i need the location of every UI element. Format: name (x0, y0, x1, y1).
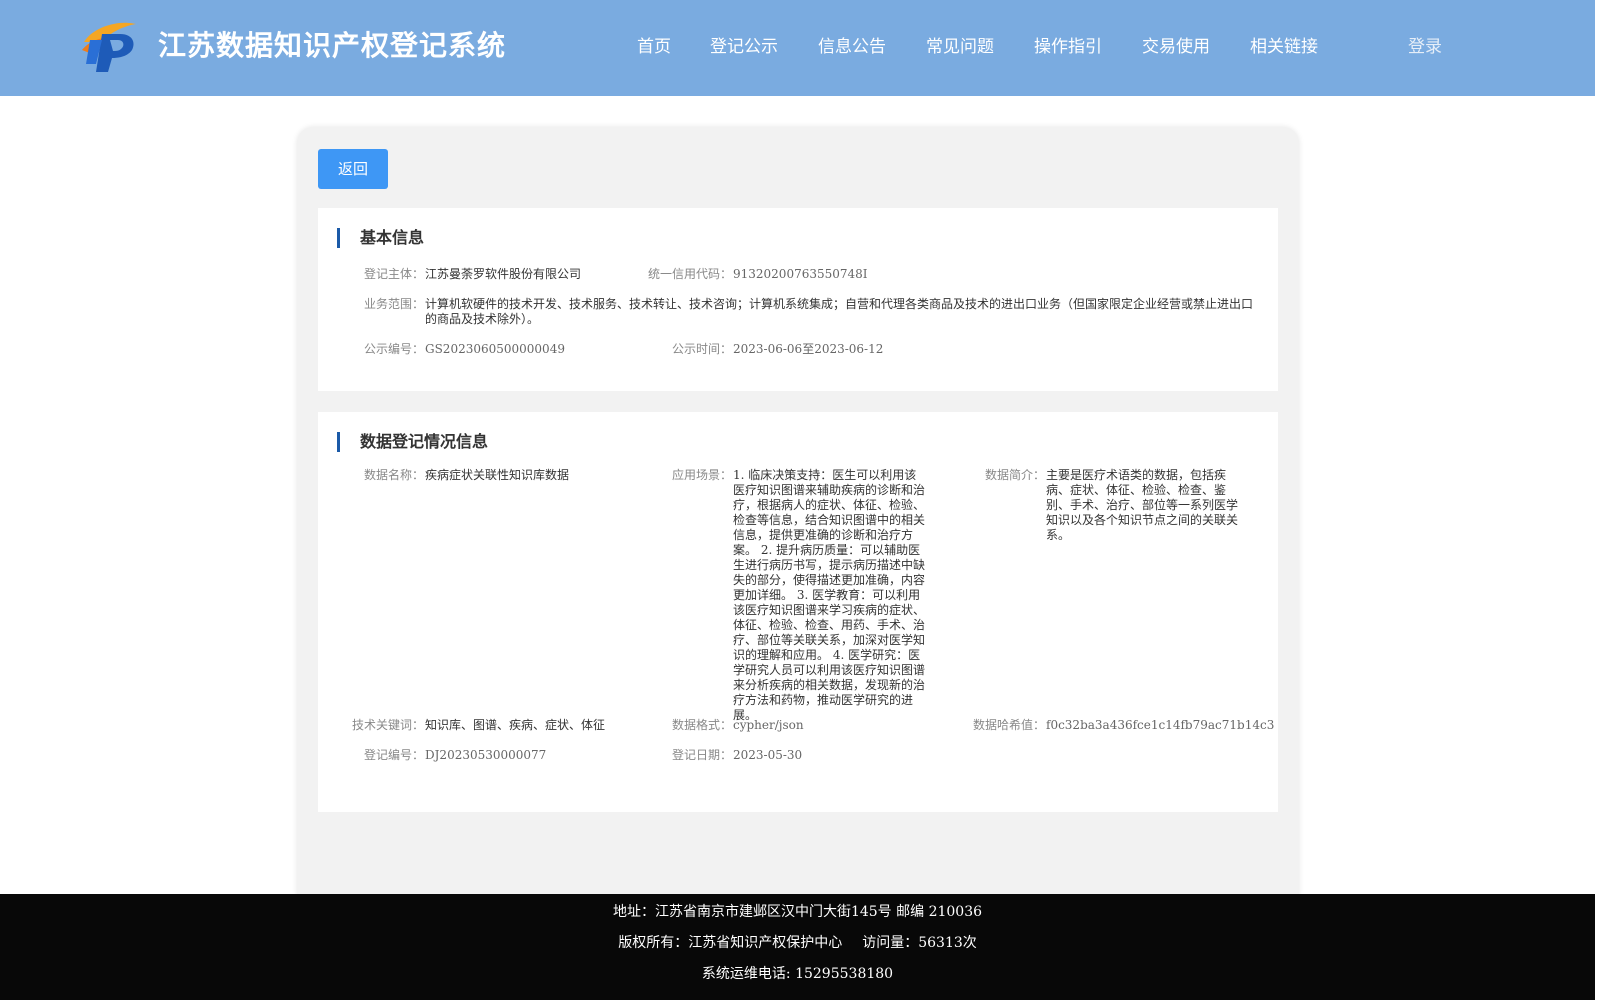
tech-keywords-value: 知识库、图谱、疾病、症状、体征 (425, 718, 606, 732)
application-scenario-label: 应用场景： (671, 468, 732, 482)
nav-related-links[interactable]: 相关链接 (1250, 32, 1318, 62)
business-scope-value: 计算机软硬件的技术开发、技术服务、技术转让、技术咨询；计算机系统集成；自营和代理… (425, 297, 1254, 326)
notice-time-label: 公示时间： (671, 342, 732, 356)
data-registration-panel: 数据登记情况信息 数据名称： 疾病症状关联性知识库数据 应用场景： 1. 临床决… (318, 412, 1278, 812)
data-format-value: cypher/json (733, 718, 804, 732)
nav-trade-usage[interactable]: 交易使用 (1142, 32, 1210, 62)
site-title[interactable]: 江苏数据知识产权登记系统 (158, 26, 506, 66)
section-title-data-registration: 数据登记情况信息 (337, 432, 488, 452)
data-summary-label: 数据简介： (984, 468, 1045, 482)
pp-logo-icon[interactable] (80, 20, 140, 72)
business-scope-label: 业务范围： (363, 297, 424, 311)
nav-faq[interactable]: 常见问题 (926, 32, 994, 62)
notice-number-value: GS2023060500000049 (425, 342, 565, 356)
nav-info-announcement[interactable]: 信息公告 (818, 32, 886, 62)
credit-code-label: 统一信用代码： (647, 267, 732, 281)
back-button[interactable]: 返回 (318, 149, 388, 189)
footer-address: 地址：江苏省南京市建邺区汉中门大街145号 邮编 210036 (612, 904, 983, 920)
data-name-value: 疾病症状关联性知识库数据 (425, 468, 570, 482)
data-format-label: 数据格式： (671, 718, 732, 732)
login-link[interactable]: 登录 (1408, 32, 1442, 62)
registration-date-label: 登记日期： (671, 748, 732, 762)
notice-number-label: 公示编号： (363, 342, 424, 356)
site-footer: 地址：江苏省南京市建邺区汉中门大街145号 邮编 210036 版权所有：江苏省… (0, 894, 1595, 1000)
data-summary-value: 主要是医疗术语类的数据，包括疾病、症状、体征、检验、检查、鉴别、手术、治疗、部位… (1046, 468, 1239, 542)
data-name-label: 数据名称： (363, 468, 424, 482)
footer-copyright: 版权所有：江苏省知识产权保护中心 (618, 935, 843, 951)
detail-card: 返回 基本信息 登记主体： 江苏曼荼罗软件股份有限公司 统一信用代码： 9132… (297, 127, 1299, 907)
basic-info-panel: 基本信息 登记主体： 江苏曼荼罗软件股份有限公司 统一信用代码： 9132020… (318, 208, 1278, 391)
nav-registration-notice[interactable]: 登记公示 (710, 32, 778, 62)
nav-home[interactable]: 首页 (637, 32, 671, 62)
registration-number-value: DJ20230530000077 (425, 748, 547, 762)
entity-label: 登记主体： (363, 267, 424, 281)
credit-code-value: 91320200763550748I (733, 267, 868, 281)
footer-visit-count: 访问量：56313次 (862, 935, 977, 951)
notice-time-value: 2023-06-06至2023-06-12 (733, 342, 884, 356)
data-hash-value: f0c32ba3a436fce1c14fb79ac71b14c3 (1046, 718, 1275, 732)
footer-hotline: 系统运维电话: 15295538180 (701, 966, 894, 982)
tech-keywords-label: 技术关键词： (351, 718, 424, 732)
registration-number-label: 登记编号： (363, 748, 424, 762)
section-title-basic-info: 基本信息 (337, 228, 424, 248)
nav-operation-guide[interactable]: 操作指引 (1034, 32, 1102, 62)
registration-date-value: 2023-05-30 (733, 748, 803, 762)
data-hash-label: 数据哈希值： (972, 718, 1045, 732)
footer-copyright-line: 版权所有：江苏省知识产权保护中心 访问量：56313次 (0, 933, 1595, 953)
entity-value: 江苏曼荼罗软件股份有限公司 (425, 267, 582, 281)
application-scenario-value: 1. 临床决策支持：医生可以利用该医疗知识图谱来辅助疾病的诊断和治疗，根据病人的… (733, 468, 926, 722)
top-header: 江苏数据知识产权登记系统 首页 登记公示 信息公告 常见问题 操作指引 交易使用… (0, 0, 1595, 96)
